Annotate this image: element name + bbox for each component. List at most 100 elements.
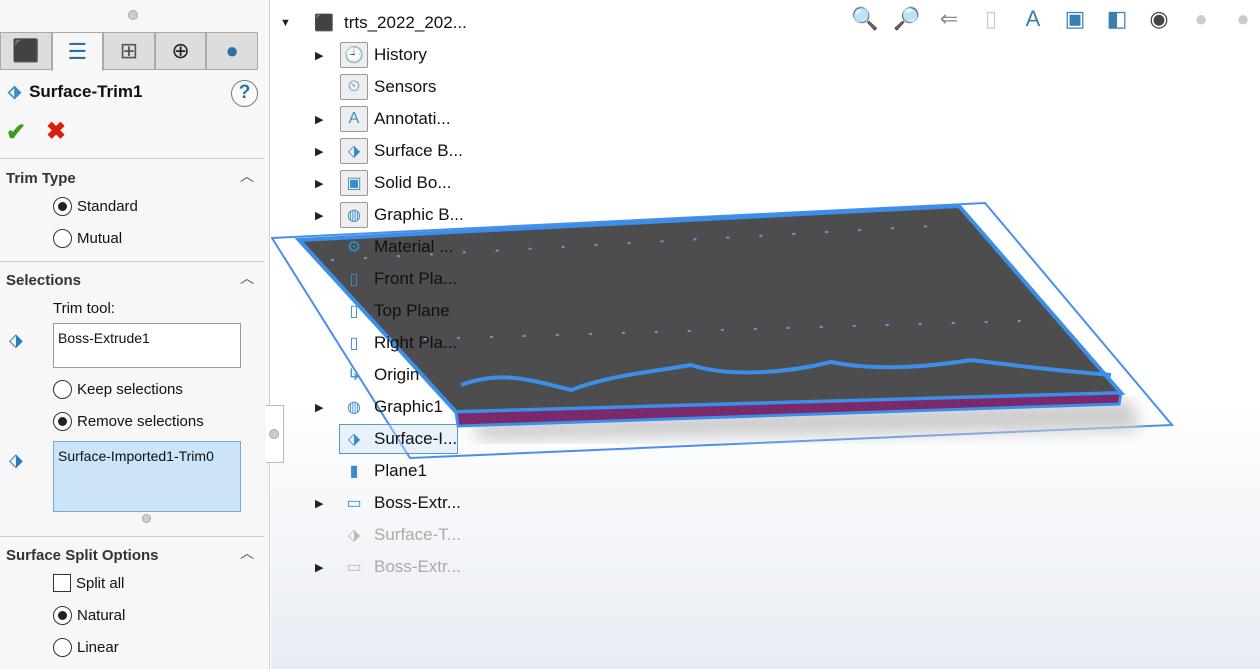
- dynamic-annotation-icon[interactable]: A: [1019, 6, 1047, 32]
- tree-item-origin[interactable]: ↳ Origin: [340, 361, 419, 389]
- graphic-bodies-icon: ◍: [340, 202, 368, 228]
- plane1-icon: ▮: [349, 463, 359, 480]
- radio-button[interactable]: [53, 380, 72, 399]
- tree-label: Top Plane: [374, 301, 450, 320]
- checkbox[interactable]: [53, 574, 71, 592]
- tab-dimxpert[interactable]: ⊕: [154, 32, 207, 69]
- tree-item-top-plane[interactable]: ▯ Top Plane: [340, 297, 450, 325]
- option-label: Remove selections: [77, 413, 204, 430]
- tree-label: Right Pla...: [374, 333, 458, 352]
- tree-item-history[interactable]: ▶ 🕘 History: [315, 41, 427, 69]
- pieces-to-remove-field[interactable]: Surface-Imported1-Trim0: [53, 441, 241, 512]
- radio-button[interactable]: [53, 197, 72, 216]
- tree-item-right-plane[interactable]: ▯ Right Pla...: [340, 329, 458, 357]
- tree-root[interactable]: ▼ ⬛ trts_2022_202...: [280, 9, 467, 37]
- tree-item-front-plane[interactable]: ▯ Front Pla...: [340, 265, 458, 293]
- expand-arrow-icon[interactable]: ▶: [315, 113, 323, 126]
- surface-split-header[interactable]: Surface Split Options: [6, 547, 159, 564]
- tree-item-surface-imported[interactable]: ⬗ Surface-I...: [338, 424, 459, 454]
- section-view-icon[interactable]: ▯: [977, 6, 1005, 32]
- apply-scene-icon[interactable]: ●: [1229, 6, 1257, 32]
- tree-label: Solid Bo...: [374, 173, 452, 192]
- expand-arrow-icon[interactable]: ▶: [315, 209, 323, 222]
- tree-item-material[interactable]: ⚙ Material ...: [340, 233, 454, 261]
- surface-bodies-icon: ⬗: [340, 138, 368, 164]
- radio-button[interactable]: [53, 412, 72, 431]
- tab-appearance[interactable]: ●: [206, 32, 258, 69]
- expand-arrow-icon[interactable]: ▶: [315, 497, 323, 510]
- tab-property-manager[interactable]: ☰: [51, 32, 104, 71]
- tree-item-sensors[interactable]: ⏲ Sensors: [340, 73, 436, 101]
- trim-tool-field[interactable]: Boss-Extrude1: [53, 323, 241, 368]
- tree-label: Front Pla...: [374, 269, 458, 288]
- radio-button[interactable]: [53, 606, 72, 625]
- expand-arrow-icon[interactable]: ▶: [315, 401, 323, 414]
- view-orientation-icon[interactable]: ▣: [1061, 6, 1089, 32]
- origin-icon: ↳: [347, 367, 361, 384]
- ok-button[interactable]: ✔: [6, 118, 26, 147]
- top-plane-icon: ▯: [349, 303, 359, 320]
- radio-mutual[interactable]: Mutual: [53, 229, 122, 248]
- surface-icon: ⬗: [9, 330, 23, 350]
- property-manager: ⬛ ☰ ⊞ ⊕ ● ⬗ Surface-Trim1 ? ✔ ✖ Trim Type…: [0, 0, 270, 669]
- tree-label: Origin: [374, 365, 420, 384]
- help-button[interactable]: ?: [231, 80, 258, 107]
- radio-keep-selections[interactable]: Keep selections: [53, 380, 183, 399]
- tree-item-surface-trim[interactable]: ⬗ Surface-T...: [340, 521, 461, 549]
- tree-item-surface-bodies[interactable]: ▶ ⬗ Surface B...: [315, 137, 463, 165]
- tree-label: Boss-Extr...: [374, 493, 461, 512]
- zoom-to-area-icon[interactable]: 🔎: [893, 6, 921, 32]
- trim-type-header[interactable]: Trim Type: [6, 170, 76, 187]
- tree-label: Surface-I...: [374, 429, 458, 448]
- tab-configuration-manager[interactable]: ⊞: [103, 32, 155, 69]
- display-style-icon[interactable]: ◧: [1103, 6, 1131, 32]
- tree-item-graphic1[interactable]: ▶ ◍ Graphic1: [315, 393, 443, 421]
- boss-extrude-2-icon: ▭: [346, 559, 362, 576]
- history-icon: 🕘: [340, 42, 368, 68]
- radio-standard[interactable]: Standard: [53, 197, 138, 216]
- tree-label: Graphic B...: [374, 205, 464, 224]
- edit-appearance-icon[interactable]: ●: [1187, 6, 1215, 32]
- tree-item-plane1[interactable]: ▮ Plane1: [340, 457, 427, 485]
- tree-item-solid-bodies[interactable]: ▶ ▣ Solid Bo...: [315, 169, 452, 197]
- trim-tool-label: Trim tool:: [53, 300, 115, 317]
- collapse-handle[interactable]: [128, 10, 138, 20]
- radio-button[interactable]: [53, 638, 72, 657]
- collapse-caret-icon[interactable]: ︿: [240, 543, 254, 563]
- dimxpert-icon: ⊕: [171, 38, 190, 63]
- tree-label: Surface-T...: [374, 525, 461, 544]
- configuration-manager-icon: ⊞: [119, 38, 139, 63]
- surface-trim-icon: ⬗: [347, 527, 361, 544]
- previous-view-icon[interactable]: ⇐: [935, 6, 963, 32]
- radio-button[interactable]: [53, 229, 72, 248]
- checkbox-split-all[interactable]: Split all: [53, 574, 124, 592]
- zoom-to-fit-icon[interactable]: 🔍: [851, 6, 879, 32]
- tree-label: Annotati...: [374, 109, 451, 128]
- expand-arrow-icon[interactable]: ▶: [315, 49, 323, 62]
- panel-splitter[interactable]: [266, 405, 284, 463]
- option-label: Natural: [77, 607, 126, 624]
- solid-bodies-icon: ▣: [340, 170, 368, 196]
- resize-handle[interactable]: [142, 514, 151, 523]
- expand-arrow-icon[interactable]: ▶: [315, 561, 323, 574]
- radio-linear[interactable]: Linear: [53, 638, 119, 657]
- collapse-caret-icon[interactable]: ︿: [240, 166, 254, 186]
- surface-trim-icon: ⬗: [8, 82, 22, 101]
- radio-remove-selections[interactable]: Remove selections: [53, 412, 204, 431]
- tab-feature-manager[interactable]: ⬛: [0, 32, 52, 69]
- tree-item-annotations[interactable]: ▶ A Annotati...: [315, 105, 451, 133]
- option-label: Mutual: [77, 230, 123, 247]
- collapse-caret-icon[interactable]: ︿: [240, 268, 254, 288]
- tree-item-boss-extrude-2[interactable]: ▶ ▭ Boss-Extr...: [315, 553, 461, 581]
- tree-label: Material ...: [374, 237, 454, 256]
- radio-natural[interactable]: Natural: [53, 606, 125, 625]
- tree-item-boss-extrude[interactable]: ▶ ▭ Boss-Extr...: [315, 489, 461, 517]
- tree-item-graphic-bodies[interactable]: ▶ ◍ Graphic B...: [315, 201, 464, 229]
- expand-arrow-icon[interactable]: ▶: [315, 145, 323, 158]
- tree-label: History: [374, 45, 427, 64]
- selections-header[interactable]: Selections: [6, 272, 81, 289]
- expand-arrow-icon[interactable]: ▶: [315, 177, 323, 190]
- cancel-button[interactable]: ✖: [46, 117, 66, 146]
- collapse-arrow-icon[interactable]: ▼: [280, 17, 291, 29]
- hide-show-icon[interactable]: ◉: [1145, 6, 1173, 32]
